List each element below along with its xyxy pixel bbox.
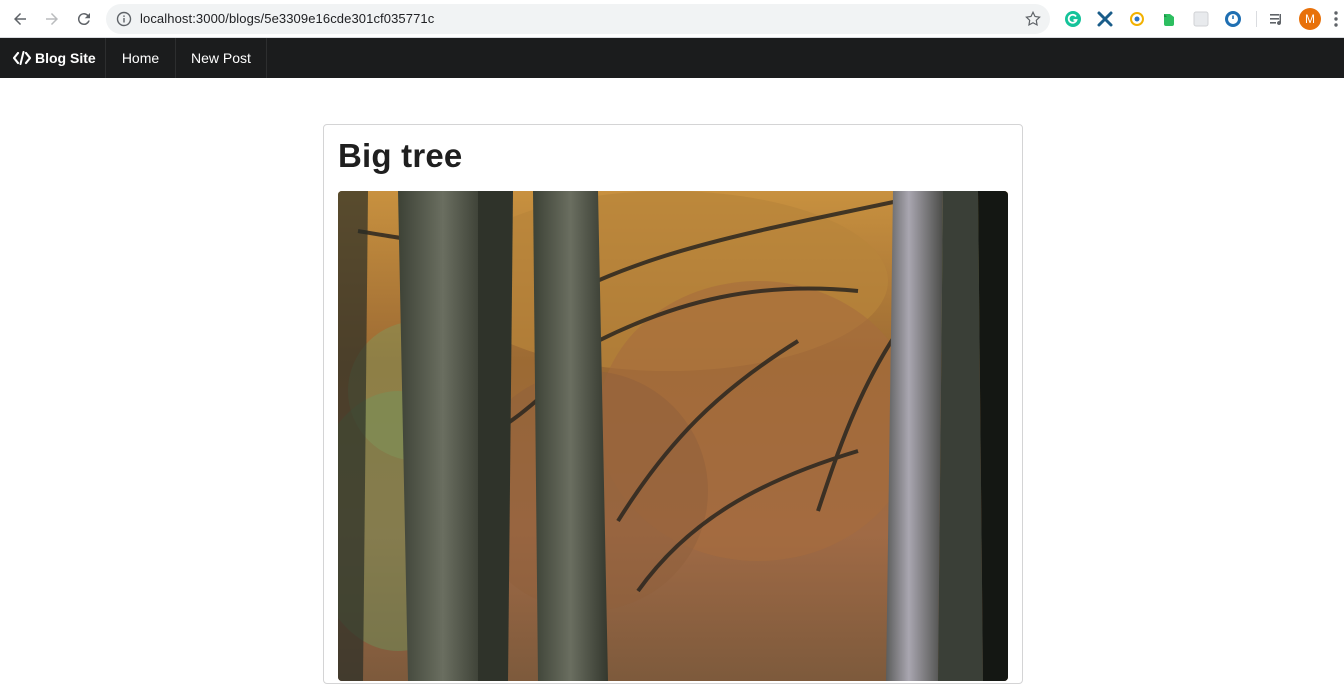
brand-label: Blog Site (35, 50, 96, 66)
more-options-icon[interactable] (1332, 10, 1340, 28)
timer-extension-icon[interactable] (1224, 10, 1242, 28)
media-queue-icon[interactable] (1268, 10, 1286, 28)
arrow-left-icon (14, 13, 26, 25)
arrow-right-icon (46, 13, 58, 25)
post-card: Big tree (323, 124, 1023, 684)
nav-home[interactable]: Home (106, 38, 176, 78)
tools-extension-icon[interactable] (1096, 10, 1114, 28)
reload-button[interactable] (72, 7, 96, 31)
profile-avatar[interactable]: M (1299, 8, 1321, 30)
grammarly-extension-icon[interactable] (1064, 10, 1082, 28)
url-text: localhost:3000/blogs/5e3309e16cde301cf03… (140, 11, 435, 26)
evernote-extension-icon[interactable] (1160, 10, 1178, 28)
bookmark-star-icon[interactable] (1024, 10, 1042, 28)
back-button[interactable] (8, 7, 32, 31)
post-title: Big tree (338, 137, 463, 174)
analytics-extension-icon[interactable] (1128, 10, 1146, 28)
blank-extension-icon[interactable] (1192, 10, 1210, 28)
toolbar-divider (1256, 11, 1257, 27)
address-bar[interactable]: localhost:3000/blogs/5e3309e16cde301cf03… (106, 4, 1050, 34)
info-icon[interactable] (116, 11, 132, 27)
site-navbar: Blog Site Home New Post (0, 38, 1344, 78)
forest-image (338, 191, 1008, 681)
reload-icon (77, 13, 90, 26)
post-image (338, 191, 1008, 681)
brand-link[interactable]: Blog Site (0, 38, 106, 78)
browser-toolbar: localhost:3000/blogs/5e3309e16cde301cf03… (0, 0, 1344, 38)
forward-button[interactable] (40, 7, 64, 31)
nav-new-post[interactable]: New Post (176, 38, 267, 78)
code-icon (13, 51, 31, 65)
